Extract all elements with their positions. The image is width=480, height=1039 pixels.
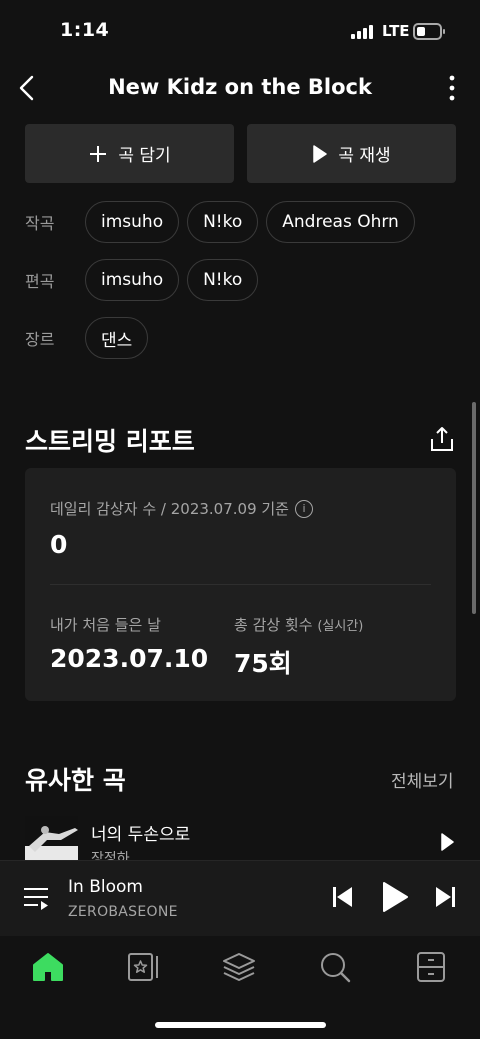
play-song-button[interactable]: 곡 재생 bbox=[247, 124, 456, 183]
scrollbar[interactable] bbox=[472, 402, 476, 614]
credit-label: 작곡 bbox=[25, 214, 55, 233]
song-title: 너의 두손으로 bbox=[91, 825, 191, 845]
mini-player[interactable]: In Bloom ZEROBASEONE bbox=[0, 860, 480, 936]
similar-songs-title: 유사한 곡 bbox=[25, 766, 126, 795]
now-playing-title: In Bloom bbox=[68, 877, 143, 897]
credit-label: 편곡 bbox=[25, 272, 55, 291]
first-listen-value: 2023.07.10 bbox=[50, 644, 209, 673]
album-thumbnail bbox=[25, 816, 78, 860]
header: New Kidz on the Block bbox=[0, 64, 480, 114]
credit-row-composer: 작곡 imsuho N!ko Andreas Ohrn bbox=[25, 201, 423, 243]
credit-chip[interactable]: N!ko bbox=[187, 201, 259, 243]
song-play-button[interactable] bbox=[440, 833, 455, 855]
add-song-label: 곡 담기 bbox=[118, 146, 171, 166]
play-icon bbox=[441, 833, 454, 851]
add-song-button[interactable]: 곡 담기 bbox=[25, 124, 234, 183]
more-button[interactable] bbox=[436, 72, 468, 104]
daily-listeners-value: 0 bbox=[50, 530, 68, 559]
total-plays-value: 75회 bbox=[234, 649, 292, 678]
search-icon bbox=[321, 953, 351, 983]
battery-icon bbox=[413, 23, 445, 40]
daily-listeners-label: 데일리 감상자 수 / 2023.07.09 기준 i bbox=[50, 498, 313, 519]
status-time: 1:14 bbox=[60, 19, 110, 41]
streaming-report-title: 스트리밍 리포트 bbox=[25, 427, 195, 456]
divider bbox=[50, 584, 431, 585]
play-icon bbox=[383, 882, 408, 912]
credit-chip[interactable]: imsuho bbox=[85, 259, 180, 301]
now-playing-artist: ZEROBASEONE bbox=[68, 904, 178, 920]
network-type: LTE bbox=[382, 22, 410, 40]
more-vertical-icon bbox=[449, 75, 455, 101]
library-icon bbox=[128, 953, 158, 981]
tab-storage[interactable] bbox=[414, 950, 448, 984]
play-pause-button[interactable] bbox=[381, 881, 409, 917]
credit-chip[interactable]: Andreas Ohrn bbox=[266, 201, 415, 243]
storage-icon bbox=[417, 952, 445, 982]
list-item[interactable]: 너의 두손으로 장정하 bbox=[25, 816, 456, 860]
song-artist: 장정하 bbox=[91, 851, 130, 860]
home-icon bbox=[33, 953, 63, 981]
next-button[interactable] bbox=[434, 885, 456, 913]
play-icon bbox=[313, 144, 328, 163]
total-plays-label: 총 감상 횟수 (실시간) bbox=[234, 614, 363, 635]
share-icon bbox=[431, 427, 453, 451]
tab-library[interactable] bbox=[126, 950, 160, 984]
play-song-label: 곡 재생 bbox=[338, 146, 391, 166]
info-icon[interactable]: i bbox=[294, 499, 313, 518]
signal-icon bbox=[351, 25, 375, 39]
see-all-link[interactable]: 전체보기 bbox=[391, 767, 454, 792]
daily-listeners-text: 데일리 감상자 수 / 2023.07.09 기준 bbox=[50, 500, 289, 518]
playlist-icon bbox=[24, 888, 48, 910]
streaming-report-card: 데일리 감상자 수 / 2023.07.09 기준 i 0 내가 처음 들은 날… bbox=[25, 468, 456, 701]
skip-previous-icon bbox=[333, 887, 352, 907]
plus-icon bbox=[90, 145, 107, 162]
credit-chip[interactable]: N!ko bbox=[187, 259, 259, 301]
credit-row-arranger: 편곡 imsuho N!ko bbox=[25, 259, 266, 301]
previous-button[interactable] bbox=[332, 885, 354, 913]
status-bar: 1:14 LTE bbox=[0, 0, 480, 64]
tab-home[interactable] bbox=[31, 950, 65, 984]
tab-layers[interactable] bbox=[222, 950, 256, 984]
home-indicator bbox=[155, 1022, 326, 1028]
total-plays-note: (실시간) bbox=[317, 619, 364, 634]
first-listen-label: 내가 처음 들은 날 bbox=[50, 616, 161, 634]
skip-next-icon bbox=[436, 887, 455, 907]
page-title: New Kidz on the Block bbox=[108, 75, 372, 99]
share-button[interactable] bbox=[428, 425, 456, 453]
queue-button[interactable] bbox=[23, 886, 49, 916]
credit-chip[interactable]: imsuho bbox=[85, 201, 180, 243]
tab-search[interactable] bbox=[318, 950, 352, 984]
layers-icon bbox=[223, 953, 255, 981]
total-plays-text: 총 감상 횟수 bbox=[234, 616, 313, 634]
credit-chip[interactable]: 댄스 bbox=[85, 317, 149, 359]
credit-label: 장르 bbox=[25, 330, 55, 349]
credit-row-genre: 장르 댄스 bbox=[25, 317, 156, 359]
